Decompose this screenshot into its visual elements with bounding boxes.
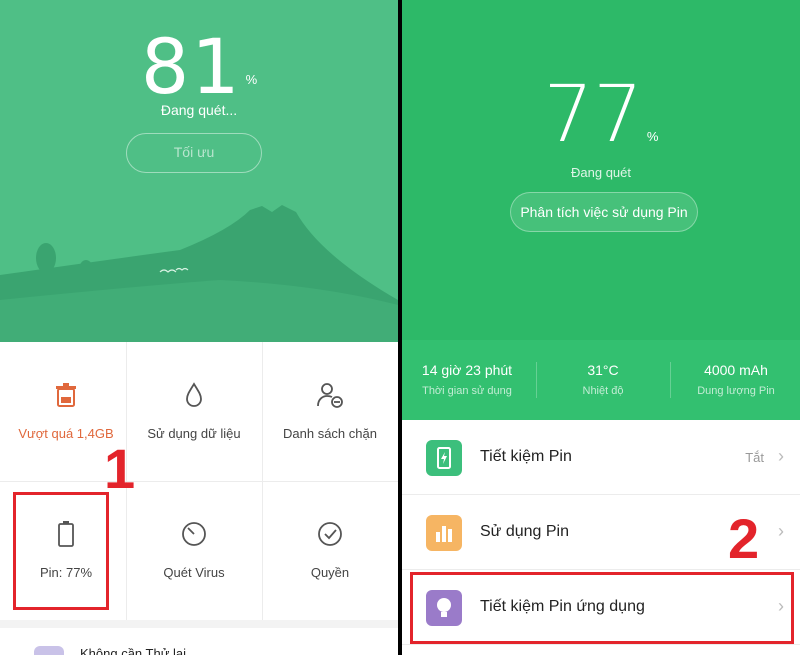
stat-label: Nhiệt độ (582, 385, 624, 397)
scan-percent-symbol: % (245, 72, 258, 87)
grid-item-permissions[interactable]: Quyền (262, 481, 398, 620)
card-text: Không cần Thử lại (80, 646, 187, 655)
bar-chart-icon (426, 515, 462, 551)
battery-saver-row[interactable]: Tiết kiệm Pin Tắt › (402, 420, 800, 495)
card-icon (34, 646, 64, 655)
chevron-right-icon: › (778, 446, 784, 466)
highlight-box (410, 572, 794, 644)
grid-item-label: Sử dụng dữ liệu (147, 426, 241, 441)
trash-icon (56, 383, 76, 407)
check-circle-icon (318, 522, 342, 546)
stat-label: Thời gian sử dụng (422, 385, 512, 397)
battery-status: Đang quét (571, 165, 631, 180)
grid-item-virus-scan[interactable]: Quét Virus (126, 481, 262, 620)
stat-usage-time: 14 giờ 23 phút Thời gian sử dụng (402, 362, 532, 397)
stat-temperature: 31°C Nhiệt độ (538, 362, 668, 397)
chevron-right-icon: › (778, 521, 784, 541)
timer-icon (182, 522, 206, 546)
battery-percent-symbol: % (646, 129, 659, 144)
row-value: Tắt (745, 450, 764, 465)
analyze-battery-button[interactable]: Phân tích việc sử dụng Pin (510, 192, 698, 232)
highlight-box (13, 492, 109, 610)
stat-value: 4000 mAh (704, 362, 768, 378)
step-number: 1 (104, 437, 136, 500)
grid-item-label: Quyền (310, 565, 350, 580)
step-number: 2 (728, 507, 760, 570)
battery-header: 77% Đang quét Phân tích việc sử dụng Pin… (402, 0, 800, 420)
row-label: Sử dụng Pin (480, 523, 569, 540)
bottom-card: Không cần Thử lại (0, 620, 398, 655)
battery-percent: 77% (402, 70, 800, 160)
scan-status: Đang quét... (160, 102, 238, 118)
stat-value: 14 giờ 23 phút (421, 362, 513, 378)
optimize-button[interactable]: Tối ưu (126, 133, 262, 173)
security-app-screen: 81% Đang quét... Tối ưu Vượt quá 1,4GB S… (0, 0, 398, 655)
scan-header: 81% Đang quét... Tối ưu (0, 0, 398, 342)
battery-stats: 14 giờ 23 phút Thời gian sử dụng 31°C Nh… (402, 340, 800, 420)
battery-screen: 77% Đang quét Phân tích việc sử dụng Pin… (402, 0, 800, 655)
block-user-icon (317, 383, 343, 408)
grid-item-label: Quét Virus (163, 565, 225, 580)
battery-percent-value: 77 (543, 70, 643, 160)
grid-item-data-usage[interactable]: Sử dụng dữ liệu (126, 342, 262, 481)
stat-capacity: 4000 mAh Dung lượng Pin (676, 362, 796, 397)
stat-divider (536, 362, 537, 398)
stat-label: Dung lượng Pin (697, 385, 775, 397)
stat-value: 31°C (587, 362, 619, 378)
water-drop-icon (186, 382, 202, 407)
row-label: Tiết kiệm Pin (480, 448, 572, 465)
grid-item-blocklist[interactable]: Danh sách chặn (262, 342, 398, 481)
grid-item-label: Danh sách chặn (283, 426, 377, 441)
stat-divider (670, 362, 671, 398)
battery-saver-icon (426, 440, 462, 476)
scan-percent: 81% (0, 22, 398, 111)
scan-percent-value: 81 (140, 22, 242, 111)
